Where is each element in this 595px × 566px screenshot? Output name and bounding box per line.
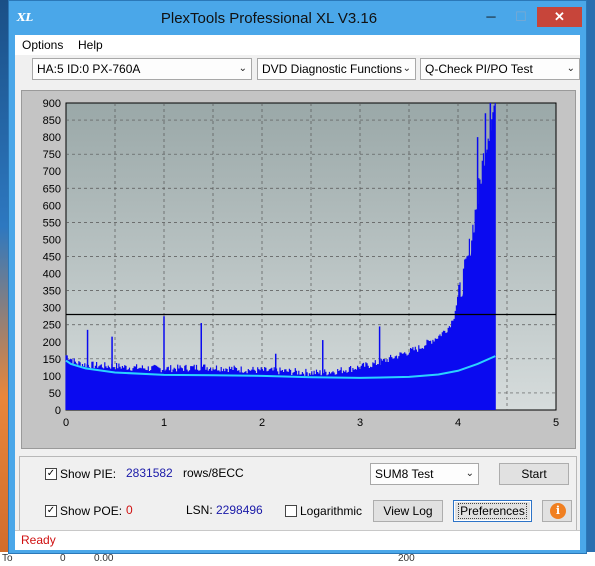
x-tick-label: 4: [455, 417, 461, 429]
status-text: Ready: [21, 533, 56, 547]
pi-po-chart: 0501001502002503003504004505005506006507…: [43, 98, 559, 429]
menu-options[interactable]: Options: [22, 38, 63, 52]
poe-value: 0: [126, 503, 133, 517]
minimize-button[interactable]: ─: [478, 7, 504, 27]
preferences-button[interactable]: Preferences: [453, 500, 532, 522]
info-icon: i: [550, 503, 566, 519]
chevron-down-icon: ⌄: [402, 63, 411, 74]
test-select-value: Q-Check PI/PO Test: [425, 62, 533, 76]
close-button[interactable]: ✕: [537, 7, 582, 27]
chevron-down-icon: ⌄: [465, 468, 474, 479]
y-tick-label: 650: [43, 183, 61, 195]
lsn-label: LSN:: [186, 503, 213, 517]
x-tick-label: 5: [553, 417, 559, 429]
background-text: To: [2, 553, 13, 564]
y-tick-label: 500: [43, 234, 61, 246]
view-log-label: View Log: [383, 504, 433, 518]
y-tick-label: 0: [55, 405, 61, 417]
background-text: 0: [60, 553, 66, 564]
function-select[interactable]: DVD Diagnostic Functions ⌄: [257, 58, 416, 80]
menu-bar: Options Help: [15, 35, 580, 55]
logarithmic-checkbox[interactable]: [285, 505, 297, 517]
info-button[interactable]: i: [542, 500, 572, 522]
pie-unit: rows/8ECC: [183, 466, 244, 480]
y-tick-label: 800: [43, 132, 61, 144]
drive-select[interactable]: HA:5 ID:0 PX-760A ⌄: [32, 58, 252, 80]
y-tick-label: 350: [43, 286, 61, 298]
y-tick-label: 200: [43, 337, 61, 349]
view-log-button[interactable]: View Log: [373, 500, 443, 522]
y-tick-label: 400: [43, 269, 61, 281]
y-tick-label: 450: [43, 252, 61, 264]
y-tick-label: 150: [43, 354, 61, 366]
logarithmic-label: Logarithmic: [300, 504, 363, 518]
show-poe-label: Show POE:: [60, 504, 123, 518]
menu-help[interactable]: Help: [78, 38, 103, 52]
app-window: XL PlexTools Professional XL V3.16 ─ ☐ ✕…: [8, 0, 587, 554]
start-button[interactable]: Start: [499, 463, 569, 485]
y-tick-label: 700: [43, 166, 61, 178]
chart-panel: 0 50 100 150 200 250 300 350 400 450 500 550 600 650 7…: [21, 90, 576, 449]
test-select[interactable]: Q-Check PI/PO Test ⌄: [420, 58, 580, 80]
sum-test-value: SUM8 Test: [375, 467, 434, 481]
client-area: Options Help HA:5 ID:0 PX-760A ⌄ DVD Dia…: [15, 35, 580, 550]
desktop-background: [0, 0, 8, 566]
y-tick-label: 50: [49, 388, 61, 400]
sum-test-select[interactable]: SUM8 Test ⌄: [370, 463, 479, 485]
pie-value: 2831582: [126, 466, 173, 480]
background-window-strip: To 0 0.00 200: [0, 552, 595, 566]
y-tick-label: 900: [43, 98, 61, 110]
y-tick-label: 550: [43, 217, 61, 229]
show-pie-checkbox[interactable]: ✓: [45, 468, 57, 480]
start-button-label: Start: [521, 467, 547, 481]
show-pie-label: Show PIE:: [60, 467, 117, 481]
x-tick-label: 1: [161, 417, 167, 429]
maximize-button[interactable]: ☐: [508, 7, 534, 27]
chevron-down-icon: ⌄: [238, 63, 247, 74]
background-text: 0.00: [94, 553, 114, 564]
function-select-value: DVD Diagnostic Functions: [262, 62, 403, 76]
show-poe-checkbox[interactable]: ✓: [45, 505, 57, 517]
drive-select-value: HA:5 ID:0 PX-760A: [37, 62, 141, 76]
status-bar: Ready: [15, 530, 580, 550]
x-tick-label: 0: [63, 417, 69, 429]
x-tick-label: 3: [357, 417, 363, 429]
title-bar[interactable]: XL PlexTools Professional XL V3.16 ─ ☐ ✕: [9, 1, 586, 35]
y-tick-label: 750: [43, 149, 61, 161]
y-tick-label: 600: [43, 200, 61, 212]
chevron-down-icon: ⌄: [566, 63, 575, 74]
background-text: 200: [398, 553, 415, 564]
preferences-label: Preferences: [458, 503, 527, 519]
y-tick-label: 250: [43, 320, 61, 332]
window-title: PlexTools Professional XL V3.16: [160, 10, 378, 27]
y-tick-label: 100: [43, 371, 61, 383]
y-tick-label: 850: [43, 115, 61, 127]
lsn-value: 2298496: [216, 503, 263, 517]
controls-panel: ✓ Show PIE: 2831582 rows/8ECC SUM8 Test …: [19, 456, 577, 532]
y-tick-label: 300: [43, 303, 61, 315]
x-tick-label: 2: [259, 417, 265, 429]
